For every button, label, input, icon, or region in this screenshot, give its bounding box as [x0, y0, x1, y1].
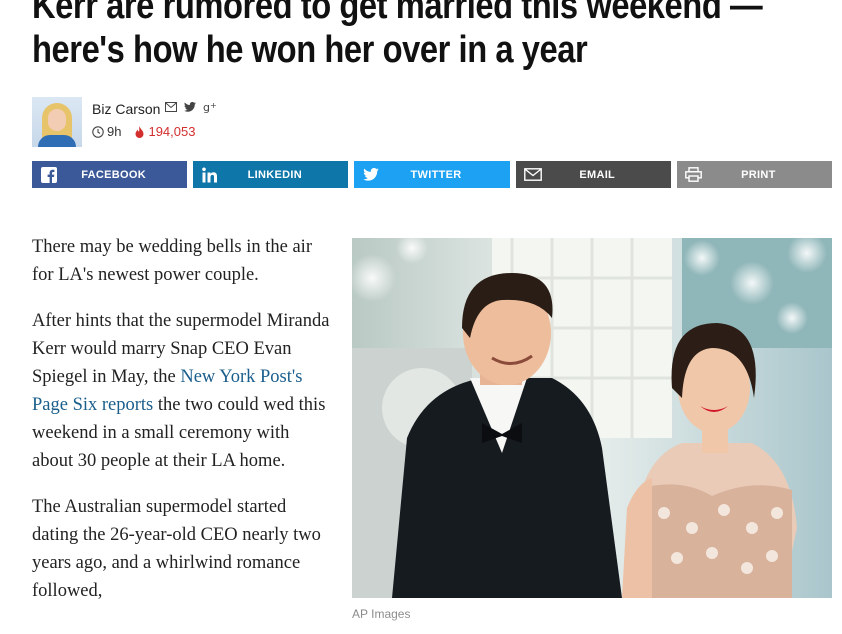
share-twitter-button[interactable]: TWITTER: [354, 161, 510, 188]
flame-icon: [135, 125, 144, 138]
article-headline: Kerr are rumored to get married this wee…: [32, 0, 763, 71]
author-avatar[interactable]: [32, 97, 82, 147]
twitter-icon[interactable]: [184, 102, 196, 112]
share-linkedin-button[interactable]: LINKEDIN: [193, 161, 349, 188]
publish-time-label: 9h: [107, 124, 122, 139]
print-label: PRINT: [741, 168, 776, 181]
share-linkedin-label: LINKEDIN: [247, 168, 302, 181]
share-bar: FACEBOOK LINKEDIN TWITTER EMAIL PRINT: [32, 161, 833, 188]
paragraph-3: The Australian supermodel started dating…: [32, 497, 321, 601]
publish-time: 9h: [92, 124, 121, 139]
google-plus-icon[interactable]: g +: [203, 101, 216, 113]
clock-icon: [92, 125, 104, 138]
article-photo[interactable]: [352, 238, 832, 598]
article-meta: 9h 194,053: [92, 124, 195, 139]
svg-text:+: +: [210, 101, 216, 110]
paragraph-2: After hints that the supermodel Miranda …: [32, 307, 332, 475]
share-facebook-button[interactable]: FACEBOOK: [32, 161, 188, 188]
share-twitter-label: TWITTER: [410, 168, 462, 181]
article-body: There may be wedding bells in the air fo…: [32, 233, 332, 623]
view-count: 194,053: [135, 124, 195, 139]
author-name[interactable]: Biz Carson: [92, 101, 160, 117]
paragraph-1: There may be wedding bells in the air fo…: [32, 237, 312, 285]
email-icon[interactable]: [165, 102, 177, 112]
print-button[interactable]: PRINT: [676, 161, 833, 188]
share-email-button[interactable]: EMAIL: [515, 161, 671, 188]
svg-text:g: g: [203, 101, 210, 113]
share-facebook-label: FACEBOOK: [81, 168, 146, 181]
share-email-label: EMAIL: [579, 168, 616, 181]
author-contact-icons: g +: [165, 101, 216, 113]
photo-caption: AP Images: [352, 607, 411, 621]
view-count-label: 194,053: [148, 124, 196, 139]
